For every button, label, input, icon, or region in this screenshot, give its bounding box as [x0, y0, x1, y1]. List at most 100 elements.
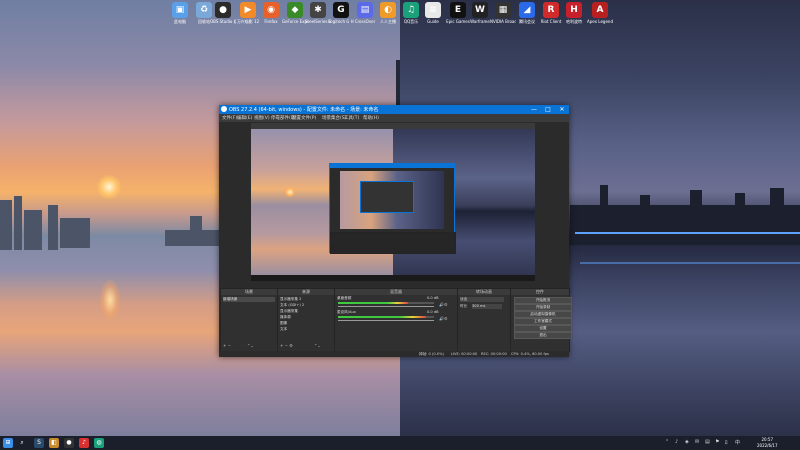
- transition-select[interactable]: 淡出: [460, 297, 504, 302]
- menu-file[interactable]: 文件(F): [222, 115, 237, 121]
- nested-docks: [330, 232, 456, 254]
- source-item[interactable]: 显示器采集 2: [280, 297, 301, 302]
- game-icon: H: [566, 2, 582, 18]
- start-streaming-button[interactable]: 开始推流: [514, 297, 572, 304]
- duration-input[interactable]: 300 ms: [472, 304, 502, 309]
- menu-tools[interactable]: 工具(T): [344, 115, 359, 121]
- tray-icon[interactable]: ♪: [675, 439, 678, 445]
- app-icon[interactable]: ◧: [49, 438, 59, 448]
- obs-logo-icon: [221, 106, 227, 112]
- broadcast-icon: ▦: [495, 2, 511, 18]
- source-item[interactable]: 显示器采集: [280, 309, 298, 314]
- source-order-icon[interactable]: ⌃⌄: [314, 343, 321, 348]
- scene-order-icon[interactable]: ⌃⌄: [247, 343, 254, 348]
- source-add-icon[interactable]: + − ⚙: [280, 343, 293, 348]
- obs-taskbar-icon[interactable]: ●: [64, 438, 74, 448]
- maximize-button[interactable]: □: [541, 105, 555, 114]
- epic-icon: E: [450, 2, 466, 18]
- desktop-shortcut[interactable]: GLogitech G HUB: [328, 2, 354, 24]
- netease-icon[interactable]: ♪: [79, 438, 89, 448]
- scene-add-icon[interactable]: + −: [223, 343, 231, 348]
- volume-meter: [338, 316, 426, 318]
- volume-meter: [338, 302, 408, 304]
- preview-icon-row: [251, 123, 535, 129]
- source-item[interactable]: 图像: [280, 321, 287, 326]
- virtual-camera-button[interactable]: 启动虚拟摄像机: [514, 311, 572, 318]
- sun-reflection: [100, 280, 120, 320]
- skyline-building: [24, 210, 42, 250]
- menu-edit[interactable]: 编辑(E): [237, 115, 252, 121]
- dock-area: 场景 新增场景 + − ⌃⌄ 来源 显示器采集 2 文本 (GDI+) 2 显示…: [219, 288, 572, 352]
- computer-icon: ▣: [172, 2, 188, 18]
- firefox-icon: ◉: [263, 2, 279, 18]
- city-lights-reflection: [580, 262, 800, 264]
- studio-mode-button[interactable]: 工作室模式: [514, 318, 572, 325]
- menu-profile[interactable]: 配置文件(P): [292, 115, 316, 121]
- menu-scene-collection[interactable]: 场景集合(S): [322, 115, 346, 121]
- source-item[interactable]: 文本 (GDI+) 2: [280, 303, 304, 308]
- desktop-shortcut[interactable]: H 哈利波特: [561, 2, 587, 24]
- menu-view[interactable]: 视图(V): [254, 115, 270, 121]
- filmora-icon: ▶: [240, 2, 256, 18]
- clock-date: 2022/6/17: [757, 442, 778, 448]
- windows-start-icon[interactable]: ⊞: [3, 438, 13, 448]
- obs-titlebar[interactable]: OBS 27.2.4 (64-bit, windows) - 配置文件: 未命名…: [219, 105, 569, 114]
- obs-window: OBS 27.2.4 (64-bit, windows) - 配置文件: 未命名…: [219, 105, 572, 357]
- mic-icon[interactable]: 🔊⚙: [439, 316, 448, 321]
- cpu-usage: CPU: 0.4%, 60.00 fps: [511, 352, 549, 356]
- source-item[interactable]: 文本: [280, 327, 287, 332]
- desktop-shortcut[interactable]: ◢ 腾讯会议: [514, 2, 540, 24]
- tray-icon[interactable]: ◈: [685, 439, 689, 445]
- menu-help[interactable]: 帮助(H): [363, 115, 379, 121]
- desktop-shortcut-label: 此电脑: [174, 19, 186, 24]
- skyline-building: [14, 196, 22, 250]
- exit-button[interactable]: 退出: [514, 332, 572, 339]
- steam-icon[interactable]: S: [34, 438, 44, 448]
- sun-glow: [97, 175, 121, 199]
- tray-icon[interactable]: ▤: [705, 439, 710, 445]
- tencent-meeting-icon: ◢: [519, 2, 535, 18]
- search-icon[interactable]: ⌕: [17, 438, 27, 448]
- desktop-shortcut[interactable]: ●OBS Studio 媒体编辑: [210, 2, 236, 24]
- tray-icon[interactable]: ⌃: [665, 439, 669, 445]
- rec-time: REC: 00:00:00: [481, 352, 507, 356]
- volume-slider[interactable]: [338, 320, 434, 321]
- controls-dock: 控件 开始推流 开始录制 启动虚拟摄像机 工作室模式 设置 退出: [510, 288, 572, 352]
- desktop-shortcut-label: OBS Studio 媒体编辑: [210, 19, 236, 24]
- scene-item[interactable]: 新增场景: [223, 297, 275, 302]
- document-icon: ≡: [425, 2, 441, 18]
- desktop-shortcut[interactable]: ◉ Firefox: [258, 2, 284, 24]
- mixer-channel-name: 麦克风/Aux: [337, 310, 356, 314]
- desktop-shortcut[interactable]: ▦NVIDIA Broadcast setting: [490, 2, 516, 24]
- tray-icon[interactable]: ﾛ: [725, 439, 728, 446]
- start-recording-button[interactable]: 开始录制: [514, 304, 572, 311]
- apex-icon: A: [592, 2, 608, 18]
- desktop-shortcut[interactable]: A Apex Legends: [587, 2, 613, 24]
- controls-header: 控件: [511, 289, 569, 295]
- skyline-night: [640, 195, 650, 245]
- settings-button[interactable]: 设置: [514, 325, 572, 332]
- qq-icon[interactable]: ◍: [94, 438, 104, 448]
- skyline-building: [190, 216, 202, 246]
- desktop-shortcut-label: NVIDIA Broadcast setting: [490, 19, 516, 24]
- tray-icon[interactable]: ✉: [695, 439, 699, 445]
- taskbar-clock[interactable]: 20:57 2022/6/17: [757, 437, 778, 448]
- volume-slider[interactable]: [338, 306, 434, 307]
- speaker-icon[interactable]: 🔊⚙: [439, 302, 448, 307]
- window-title: OBS 27.2.4 (64-bit, windows) - 配置文件: 未命名…: [229, 107, 379, 113]
- skyline-building: [60, 218, 90, 248]
- tray-icon[interactable]: ⚑: [715, 439, 719, 445]
- crossover-icon: ▤: [357, 2, 373, 18]
- desktop-shortcut[interactable]: ▣ 此电脑: [167, 2, 193, 24]
- preview-taskbar: [251, 275, 535, 281]
- tray-icon[interactable]: 中: [735, 439, 740, 446]
- menu-bar: 文件(F) 编辑(E) 视图(V) 停靠部件(D) 配置文件(P) 场景集合(S…: [219, 114, 569, 122]
- source-item[interactable]: 媒体源: [280, 315, 291, 320]
- close-button[interactable]: ✕: [555, 105, 569, 114]
- nested-preview-inner: [360, 181, 414, 213]
- live-time: LIVE: 00:00:00: [451, 352, 478, 356]
- preview-canvas[interactable]: [251, 123, 535, 281]
- desktop-shortcut[interactable]: ≡ Guide: [420, 2, 446, 24]
- warframe-icon: W: [472, 2, 488, 18]
- minimize-button[interactable]: —: [527, 105, 541, 114]
